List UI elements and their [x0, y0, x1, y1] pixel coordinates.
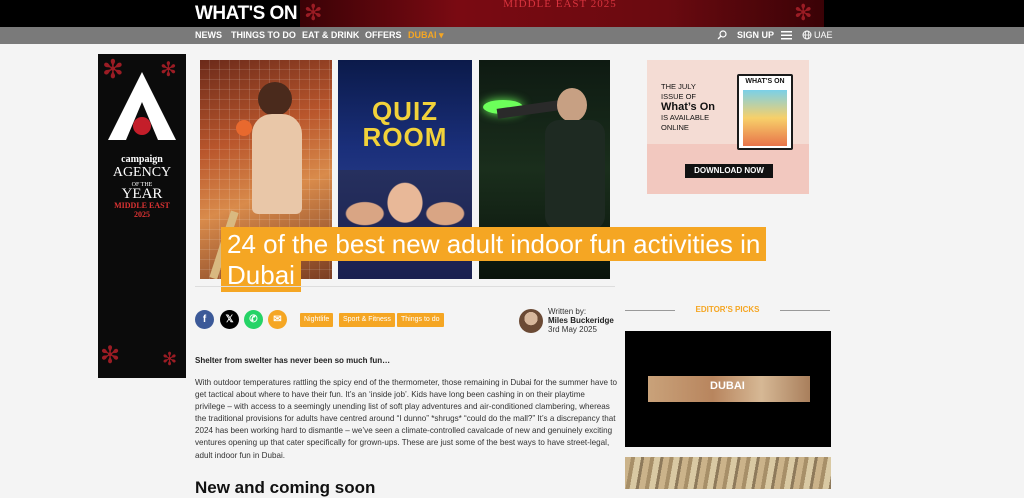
top-banner-text: MIDDLE EAST 2025 [503, 0, 617, 10]
campaign-logo-icon [108, 72, 176, 140]
main-nav: NEWS THINGS TO DO EAT & DRINK OFFERS DUB… [0, 27, 1024, 44]
nav-things-to-do[interactable]: THINGS TO DO [231, 30, 296, 40]
snowflake-icon: ✻ [100, 342, 121, 369]
article-intro: Shelter from swelter has never been so m… [195, 356, 391, 365]
ad-line-year-num: 2025 [134, 210, 150, 219]
tag-nightlife[interactable]: Nightlife [300, 313, 334, 327]
written-by-label: Written by: [548, 307, 587, 316]
editors-picks-header: EDITOR'S PICKS [625, 305, 830, 317]
chevron-down-icon: ▾ [439, 30, 444, 40]
ad-line-region: MIDDLE EAST [114, 201, 170, 210]
article-title-text: 24 of the best new adult indoor fun acti… [221, 227, 767, 292]
divider [780, 310, 830, 311]
ad-line-agency: AGENCY [112, 165, 172, 180]
nav-offers[interactable]: OFFERS [365, 30, 402, 40]
editors-pick-thumbnail[interactable] [625, 457, 831, 489]
video-player[interactable]: DUBAI [625, 331, 831, 447]
tag-things-to-do[interactable]: Things to do [397, 313, 444, 327]
whats-on-logo[interactable]: WHAT'S ON [195, 3, 298, 25]
divider [195, 286, 615, 287]
article-title: 24 of the best new adult indoor fun acti… [221, 227, 767, 292]
ad-line: ONLINE [661, 123, 689, 132]
ad-line: What’s On [661, 101, 715, 113]
ad-line: THE JULY [661, 82, 696, 91]
nav-eat-drink[interactable]: EAT & DRINK [302, 30, 359, 40]
ad-text: THE JULY ISSUE OF What’s On IS AVAILABLE… [661, 82, 715, 133]
snowflake-icon: ✻ [304, 0, 323, 25]
magazine-ad[interactable]: THE JULY ISSUE OF What’s On IS AVAILABLE… [647, 60, 809, 194]
city-label: DUBAI [408, 30, 437, 40]
snowflake-icon: ✻ [794, 0, 813, 25]
video-title: DUBAI [710, 380, 745, 392]
region-selector[interactable]: UAE [814, 30, 833, 40]
top-banner-ad[interactable]: ✻ MIDDLE EAST 2025 ✻ [300, 0, 824, 27]
author-avatar[interactable] [519, 309, 543, 333]
facebook-share-icon[interactable]: f [195, 310, 214, 329]
search-icon[interactable] [717, 30, 727, 40]
x-share-icon[interactable]: 𝕏 [220, 310, 239, 329]
video-thumbnail[interactable]: DUBAI [648, 376, 810, 402]
top-bar: WHAT'S ON ✻ MIDDLE EAST 2025 ✻ [0, 0, 1024, 27]
signup-link[interactable]: SIGN UP [737, 30, 774, 40]
author-name[interactable]: Miles Buckeridge [548, 316, 614, 325]
tag-sport-fitness[interactable]: Sport & Fitness [339, 313, 395, 327]
download-now-button[interactable]: DOWNLOAD NOW [685, 164, 773, 178]
email-share-icon[interactable]: ✉ [268, 310, 287, 329]
ad-brand: campaign [121, 154, 163, 165]
whatsapp-share-icon[interactable]: ✆ [244, 310, 263, 329]
section-heading: New and coming soon [195, 478, 376, 497]
snowflake-icon: ✻ [162, 349, 178, 369]
article-body: With outdoor temperatures rattling the s… [195, 378, 617, 460]
sidebar-ad[interactable]: ✻ ✻ campaign AGENCY OF THE YEAR MIDDLE E… [98, 54, 186, 378]
ad-line: IS AVAILABLE [661, 113, 710, 122]
menu-icon[interactable] [781, 31, 792, 40]
post-date: 3rd May 2025 [548, 325, 597, 334]
quiz-room-sign: QUIZ ROOM [362, 96, 448, 152]
magazine-cover-icon: WHAT'S ON [737, 74, 793, 150]
magazine-logo: WHAT'S ON [745, 78, 785, 85]
globe-icon[interactable] [802, 30, 812, 40]
nav-city-select[interactable]: DUBAI ▾ [408, 30, 444, 41]
nav-news[interactable]: NEWS [195, 30, 222, 40]
